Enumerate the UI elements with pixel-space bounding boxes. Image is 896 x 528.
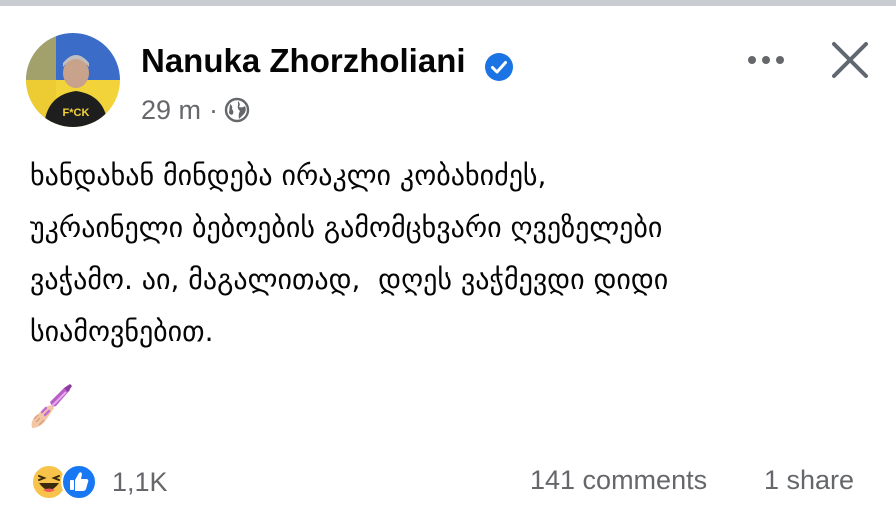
reactions-summary[interactable]: 1,1K — [30, 462, 168, 502]
author-name[interactable]: Nanuka Zhorzholiani — [141, 42, 466, 80]
more-dot — [762, 56, 770, 64]
top-divider — [0, 0, 896, 6]
more-dot — [748, 56, 756, 64]
verified-badge-icon — [485, 53, 513, 81]
shares-count[interactable]: 1 share — [764, 465, 854, 496]
more-dot — [776, 56, 784, 64]
post-time[interactable]: 29 m — [141, 95, 201, 126]
avatar[interactable]: F*CK — [26, 33, 120, 127]
like-icon — [61, 464, 97, 500]
close-icon[interactable] — [830, 40, 870, 80]
post-meta: 29 m · — [141, 92, 250, 128]
globe-icon — [224, 97, 250, 123]
comments-count[interactable]: 141 comments — [530, 465, 707, 496]
meta-separator: · — [209, 94, 219, 125]
avatar-shirt-text: F*CK — [63, 107, 90, 119]
reaction-count[interactable]: 1,1K — [112, 467, 168, 498]
more-options-button[interactable] — [738, 42, 794, 78]
nail-polish-icon — [31, 384, 72, 428]
post-text: ხანდახან მინდება ირაკლი კობახიძეს, უკრაი… — [30, 159, 669, 348]
